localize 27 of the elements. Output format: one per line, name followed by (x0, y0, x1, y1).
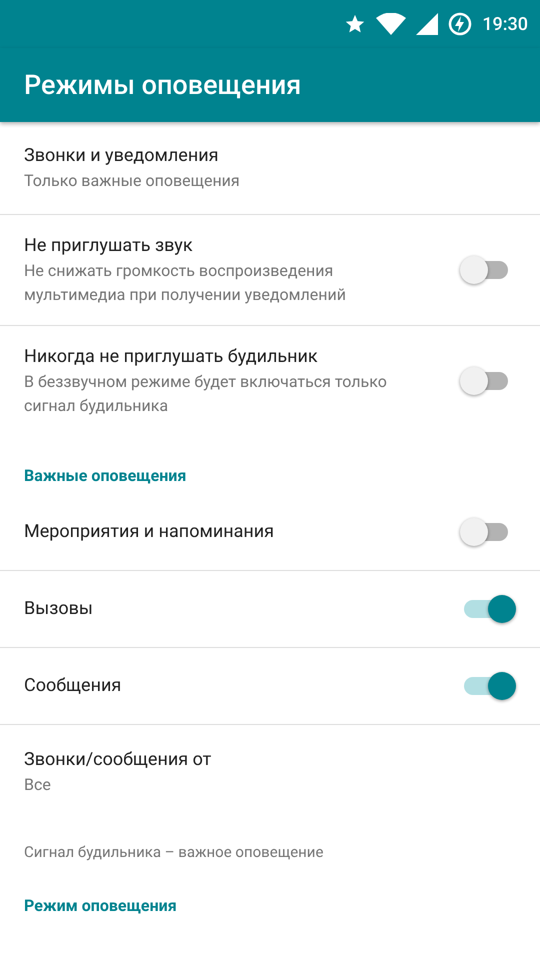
settings-row[interactable]: Сообщения (0, 648, 540, 725)
row-subtitle: Только важные оповещения (24, 170, 241, 192)
battery-charging-icon (448, 12, 472, 36)
clock-time: 19:30 (482, 12, 528, 36)
row-title: Вызовы (24, 597, 94, 621)
settings-row[interactable]: Никогда не приглушать будильник В беззвучном режиме будет включаться только сигнал будильника (0, 326, 540, 436)
row-subtitle: Все (24, 774, 52, 796)
row-title: Никогда не приглушать будильник (24, 345, 319, 369)
settings-row[interactable]: Звонки/сообщения от Все (0, 725, 540, 818)
settings-row[interactable]: Вызовы (0, 571, 540, 648)
row-subtitle: В беззвучном режиме будет включаться только сигнал будильника (24, 371, 388, 417)
row-subtitle: Не снижать громкость воспроизведения мультимедиа при получении уведомлений (24, 260, 347, 306)
section-header: Режим оповещения (24, 896, 177, 915)
note-text: Сигнал будильника – важное оповещение (24, 843, 324, 861)
row-title: Сообщения (24, 674, 122, 698)
settings-row[interactable]: Мероприятия и напоминания (0, 494, 540, 571)
app-bar-title: Режимы оповещения (24, 68, 302, 103)
wifi-icon (376, 13, 406, 35)
row-title: Звонки и уведомления (24, 144, 220, 168)
settings-row[interactable]: Не приглушать звук Не снижать громкость воспроизведения мультимедиа при получении уведомлений (0, 215, 540, 326)
star-icon (344, 13, 366, 35)
row-title: Звонки/сообщения от (24, 748, 212, 772)
signal-icon (416, 13, 438, 35)
section-header: Важные оповещения (24, 466, 186, 485)
settings-row[interactable]: Звонки и уведомления Только важные оповещения (0, 122, 540, 215)
row-title: Мероприятия и напоминания (24, 520, 276, 544)
row-title: Не приглушать звук (24, 234, 194, 258)
